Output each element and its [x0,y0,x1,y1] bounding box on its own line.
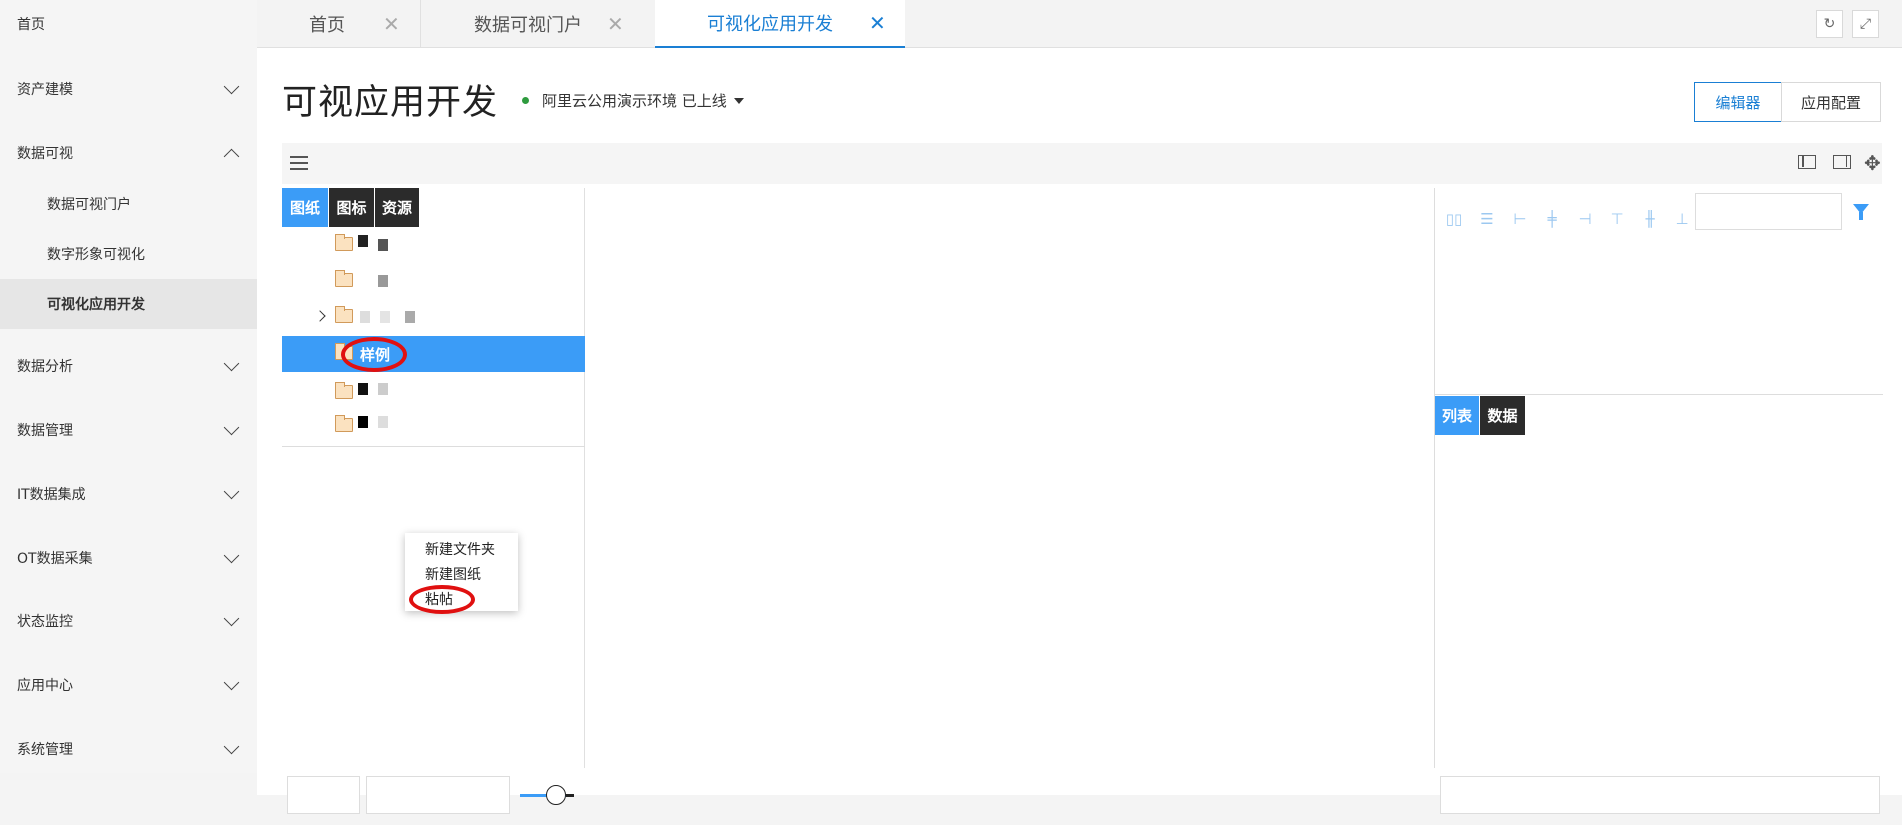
redacted-label [378,239,388,251]
left-panel: 图纸 图标 资源 样例 新建文件夹 新建图纸 粘帖 [282,188,585,814]
chevron-down-icon [223,355,240,372]
distribute-horizontal-icon[interactable]: ▯▯ [1445,210,1463,228]
app-config-button[interactable]: 应用配置 [1781,82,1881,122]
editor-toolbar: ✥ [282,143,1882,184]
tab-app-dev[interactable]: 可视化应用开发 ✕ [655,0,905,48]
redacted-label [380,311,390,323]
tab-icons[interactable]: 图标 [329,188,374,227]
refresh-icon[interactable]: ↻ [1816,10,1843,38]
align-left-icon[interactable]: ⊢ [1511,210,1529,228]
annotation-circle [409,585,475,614]
align-right-icon[interactable]: ⊣ [1576,210,1594,228]
divider [1435,394,1883,395]
annotation-circle [341,337,407,372]
redacted-label [378,275,388,287]
tree-row[interactable] [282,299,585,335]
tab-data-portal[interactable]: 数据可视门户 ✕ [420,0,644,48]
folder-icon [335,234,353,251]
property-search-input[interactable] [1695,193,1842,230]
sidebar-item-home[interactable]: 首页 [0,0,257,48]
chevron-down-icon [223,78,240,95]
chevron-down-icon [223,674,240,691]
filter-input[interactable] [366,776,510,814]
tab-resources[interactable]: 资源 [375,188,419,227]
filter-icon[interactable] [1853,204,1869,220]
redacted-label [405,311,415,323]
editor-button[interactable]: 编辑器 [1694,82,1782,122]
close-icon[interactable]: ✕ [607,12,624,36]
tree-row[interactable] [282,263,585,299]
redacted-label [358,383,368,395]
tree-row-selected[interactable]: 样例 [282,336,585,372]
sidebar-item-status-monitor[interactable]: 状态监控 [0,597,257,645]
sidebar-item-asset-modeling[interactable]: 资产建模 [0,65,257,113]
caret-down-icon [733,97,744,104]
sidebar-item-data-analysis[interactable]: 数据分析 [0,342,257,390]
zoom-slider-end [566,794,574,797]
align-bottom-icon[interactable]: ⊥ [1673,210,1691,228]
tree-row[interactable] [282,408,585,444]
redacted-label [378,383,388,395]
right-panel-toggle-icon[interactable] [1833,155,1851,169]
tree-row[interactable] [282,227,585,263]
sidebar-item-data-management[interactable]: 数据管理 [0,406,257,454]
menu-icon[interactable] [290,156,308,170]
drawing-canvas[interactable] [587,188,1439,768]
tab-home[interactable]: 首页 ✕ [257,0,420,48]
chevron-down-icon [223,610,240,627]
bottom-input[interactable] [1440,776,1880,814]
chevron-down-icon [223,547,240,564]
chevron-up-icon [223,148,240,165]
menu-item-new-folder[interactable]: 新建文件夹 [425,539,495,559]
redacted-label [360,311,370,323]
sidebar-subitem-app-dev[interactable]: 可视化应用开发 [0,279,257,329]
align-center-icon[interactable]: ╪ [1543,210,1561,228]
menu-item-new-drawing[interactable]: 新建图纸 [425,564,481,584]
zoom-slider-handle[interactable] [546,785,566,805]
sidebar-item-system-management[interactable]: 系统管理 [0,725,257,773]
folder-icon [335,382,353,399]
left-panel-toggle-icon[interactable] [1798,155,1816,169]
move-icon[interactable]: ✥ [1864,151,1881,175]
fullscreen-icon[interactable]: ⤢ [1852,10,1879,38]
chevron-right-icon[interactable] [314,310,326,322]
tab-bar: 首页 ✕ 数据可视门户 ✕ 可视化应用开发 ✕ ↻ ⤢ [257,0,1902,48]
right-panel: ▯▯ ☰ ⊢ ╪ ⊣ ⊤ ╫ ⊥ 列表 数据 [1434,188,1883,814]
redacted-label [358,416,368,428]
tab-list[interactable]: 列表 [1435,396,1479,435]
sidebar-item-data-visual[interactable]: 数据可视 [0,129,257,177]
sidebar-item-ot-collection[interactable]: OT数据采集 [0,534,257,582]
sidebar-subitem-digital-twin[interactable]: 数字形象可视化 [0,229,257,279]
tree-row[interactable] [282,375,585,411]
redacted-label [378,416,388,428]
context-menu: 新建文件夹 新建图纸 粘帖 [405,533,518,614]
divider [282,446,585,447]
tab-drawings[interactable]: 图纸 [282,188,328,227]
folder-icon [335,270,353,287]
chevron-down-icon [223,483,240,500]
align-top-icon[interactable]: ⊤ [1608,210,1626,228]
distribute-vertical-icon[interactable]: ☰ [1478,210,1496,228]
page-title: 可视应用开发 [282,83,499,123]
chevron-down-icon [223,738,240,755]
sidebar-item-app-center[interactable]: 应用中心 [0,661,257,709]
search-input[interactable] [287,776,360,814]
chevron-down-icon [223,419,240,436]
status-dot-icon [522,97,529,104]
sidebar-item-it-integration[interactable]: IT数据集成 [0,470,257,518]
redacted-label [358,235,368,247]
folder-icon [335,306,353,323]
sidebar-subitem-portal[interactable]: 数据可视门户 [0,179,257,229]
close-icon[interactable]: ✕ [383,12,400,36]
tab-data[interactable]: 数据 [1480,396,1525,435]
folder-icon [335,415,353,432]
close-icon[interactable]: ✕ [869,11,886,35]
main-content: 可视应用开发 阿里云公用演示环境 已上线 编辑器 应用配置 ✥ 图纸 图标 资源 [257,48,1902,814]
environment-selector[interactable]: 阿里云公用演示环境 已上线 [522,90,744,111]
sidebar: 首页 资产建模 数据可视 数据可视门户 数字形象可视化 可视化应用开发 数据分析… [0,0,257,773]
align-middle-icon[interactable]: ╫ [1641,210,1659,228]
